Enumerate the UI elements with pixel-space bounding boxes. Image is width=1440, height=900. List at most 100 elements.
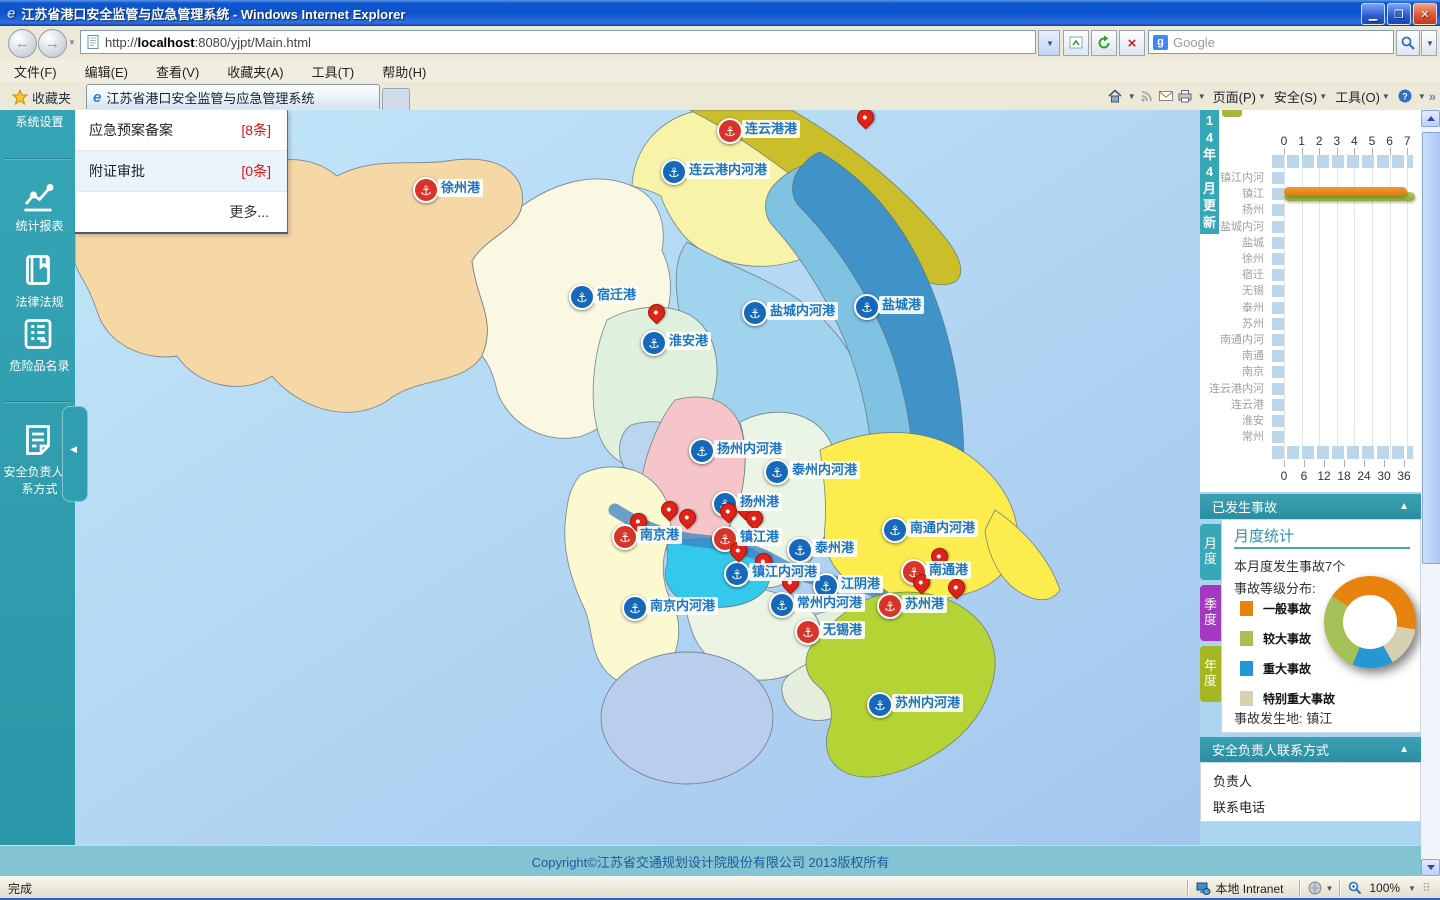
port-anchor-icon[interactable]: ⚓ — [413, 177, 439, 203]
port-label[interactable]: 无锡港 — [820, 621, 865, 639]
minimize-button[interactable]: ▁ — [1361, 3, 1385, 25]
port-label[interactable]: 连云港港 — [742, 120, 800, 138]
collapse-arrow-icon[interactable]: ◀ — [70, 444, 77, 455]
search-button[interactable] — [1396, 30, 1420, 56]
zoom-dropdown-icon[interactable]: ▼ — [1408, 884, 1416, 893]
sidebar-item-1[interactable]: 系统设置 — [0, 114, 79, 131]
command-button[interactable]: 页面(P)▼ — [1209, 87, 1270, 106]
port-anchor-icon[interactable]: ⚓ — [622, 595, 648, 621]
favorites-button[interactable]: 收藏夹 — [6, 86, 77, 108]
url-dropdown-button[interactable]: ▼ — [1038, 30, 1060, 56]
vertical-scrollbar[interactable] — [1421, 110, 1440, 876]
port-label[interactable]: 徐州港 — [438, 179, 483, 197]
close-button[interactable]: ✕ — [1413, 3, 1437, 25]
port-label[interactable]: 南京港 — [637, 526, 682, 544]
home-icon[interactable] — [1107, 88, 1123, 104]
command-button[interactable]: 安全(S)▼ — [1270, 87, 1331, 106]
scroll-up-button[interactable] — [1421, 110, 1440, 127]
refresh-button[interactable] — [1091, 30, 1117, 56]
menu-item[interactable]: 编辑(E) — [71, 60, 142, 83]
print-dropdown-icon[interactable]: ▼ — [1198, 92, 1206, 101]
port-anchor-icon[interactable]: ⚓ — [877, 593, 903, 619]
popup-more-link[interactable]: 更多... — [75, 192, 287, 232]
search-box[interactable]: g Google — [1148, 30, 1394, 54]
scroll-down-button[interactable] — [1421, 859, 1440, 876]
port-label[interactable]: 扬州港 — [737, 493, 782, 511]
zoom-level[interactable]: 100% — [1369, 881, 1400, 895]
port-anchor-icon[interactable]: ⚓ — [689, 438, 715, 464]
forward-button[interactable]: → — [38, 29, 67, 58]
stop-button[interactable]: × — [1119, 30, 1145, 56]
port-label[interactable]: 淮安港 — [666, 332, 711, 350]
port-anchor-icon[interactable]: ⚓ — [882, 517, 908, 543]
protected-dropdown-icon[interactable]: ▼ — [1325, 884, 1333, 893]
sidebar-item-4[interactable]: 危险品名录 — [0, 358, 79, 375]
stats-chart-icon — [0, 180, 75, 221]
accident-tab-1[interactable]: 月 度 — [1200, 524, 1221, 580]
port-anchor-icon[interactable]: ⚓ — [867, 692, 893, 718]
popup-menu-item[interactable]: 附证审批[0条] — [75, 151, 287, 192]
port-label[interactable]: 宿迁港 — [594, 286, 639, 304]
accident-tab-2[interactable]: 季 度 — [1200, 585, 1221, 641]
port-anchor-icon[interactable]: ⚓ — [569, 284, 595, 310]
port-label[interactable]: 常州内河港 — [794, 594, 865, 612]
history-dropdown-icon[interactable]: ▼ — [68, 38, 76, 47]
sidebar-item-2[interactable]: 统计报表 — [0, 218, 79, 235]
port-label[interactable]: 盐城内河港 — [767, 302, 838, 320]
port-label[interactable]: 南通内河港 — [907, 519, 978, 537]
tab-active[interactable]: e 江苏省港口安全监管与应急管理系统 — [86, 84, 380, 109]
maximize-button[interactable]: ❐ — [1387, 3, 1411, 25]
menu-item[interactable]: 收藏夹(A) — [213, 60, 297, 83]
port-label[interactable]: 泰州内河港 — [789, 461, 860, 479]
port-anchor-icon[interactable]: ⚓ — [717, 118, 743, 144]
port-label[interactable]: 泰州港 — [812, 539, 857, 557]
overflow-chevron-icon[interactable]: » — [1429, 89, 1436, 104]
popup-menu-item[interactable]: 应急预案备案[8条] — [75, 110, 287, 151]
port-label[interactable]: 江阴港 — [838, 575, 883, 593]
sidebar-item-3[interactable]: 法律法规 — [0, 294, 79, 311]
home-dropdown-icon[interactable]: ▼ — [1128, 92, 1136, 101]
accident-location: 事故发生地: 镇江 — [1234, 708, 1332, 727]
zoom-icon[interactable] — [1347, 880, 1363, 896]
port-anchor-icon[interactable]: ⚓ — [854, 294, 880, 320]
menu-item[interactable]: 帮助(H) — [368, 60, 440, 83]
port-anchor-icon[interactable]: ⚓ — [795, 619, 821, 645]
port-label[interactable]: 扬州内河港 — [714, 440, 785, 458]
port-anchor-icon[interactable]: ⚓ — [742, 300, 768, 326]
port-anchor-icon[interactable]: ⚓ — [641, 330, 667, 356]
port-label[interactable]: 苏州港 — [902, 595, 947, 613]
port-anchor-icon[interactable]: ⚓ — [661, 159, 687, 185]
scrollbar-thumb[interactable] — [1422, 132, 1440, 564]
collapse-up-icon[interactable]: ▲ — [1399, 744, 1409, 755]
menu-item[interactable]: 查看(V) — [142, 60, 213, 83]
printer-icon[interactable] — [1177, 88, 1193, 104]
url-field[interactable]: http://localhost:8080/yjpt/Main.html — [80, 30, 1036, 54]
port-label[interactable]: 南京内河港 — [647, 597, 718, 615]
port-label[interactable]: 镇江内河港 — [749, 563, 820, 581]
compatibility-button[interactable] — [1063, 30, 1089, 56]
search-dropdown-button[interactable]: ▼ — [1421, 30, 1437, 56]
menu-item[interactable]: 工具(T) — [298, 60, 369, 83]
command-button[interactable]: 工具(O)▼ — [1331, 87, 1394, 106]
port-label[interactable]: 盐城港 — [879, 296, 924, 314]
port-anchor-icon[interactable]: ⚓ — [769, 592, 795, 618]
port-label[interactable]: 南通港 — [926, 561, 971, 579]
new-tab-button[interactable] — [382, 88, 410, 110]
port-label[interactable]: 镇江港 — [737, 528, 782, 546]
help-icon[interactable]: ? — [1397, 88, 1413, 104]
accident-tab-3[interactable]: 年 度 — [1200, 646, 1221, 702]
accident-panel-header[interactable]: 已发生事故 ▲ — [1200, 494, 1421, 519]
port-anchor-icon[interactable]: ⚓ — [787, 537, 813, 563]
menu-item[interactable]: 文件(F) — [0, 60, 71, 83]
port-label[interactable]: 苏州内河港 — [892, 694, 963, 712]
protected-mode-icon[interactable] — [1307, 880, 1323, 896]
back-button[interactable]: ← — [8, 29, 37, 58]
port-anchor-icon[interactable]: ⚓ — [764, 459, 790, 485]
help-dropdown-icon[interactable]: ▼ — [1418, 92, 1426, 101]
port-anchor-icon[interactable]: ⚓ — [724, 561, 750, 587]
port-label[interactable]: 连云港内河港 — [686, 161, 770, 179]
rss-icon[interactable] — [1139, 88, 1155, 104]
mail-icon[interactable] — [1158, 88, 1174, 104]
collapse-up-icon[interactable]: ▲ — [1399, 501, 1409, 512]
contact-panel-header[interactable]: 安全负责人联系方式 ▲ — [1200, 737, 1421, 762]
